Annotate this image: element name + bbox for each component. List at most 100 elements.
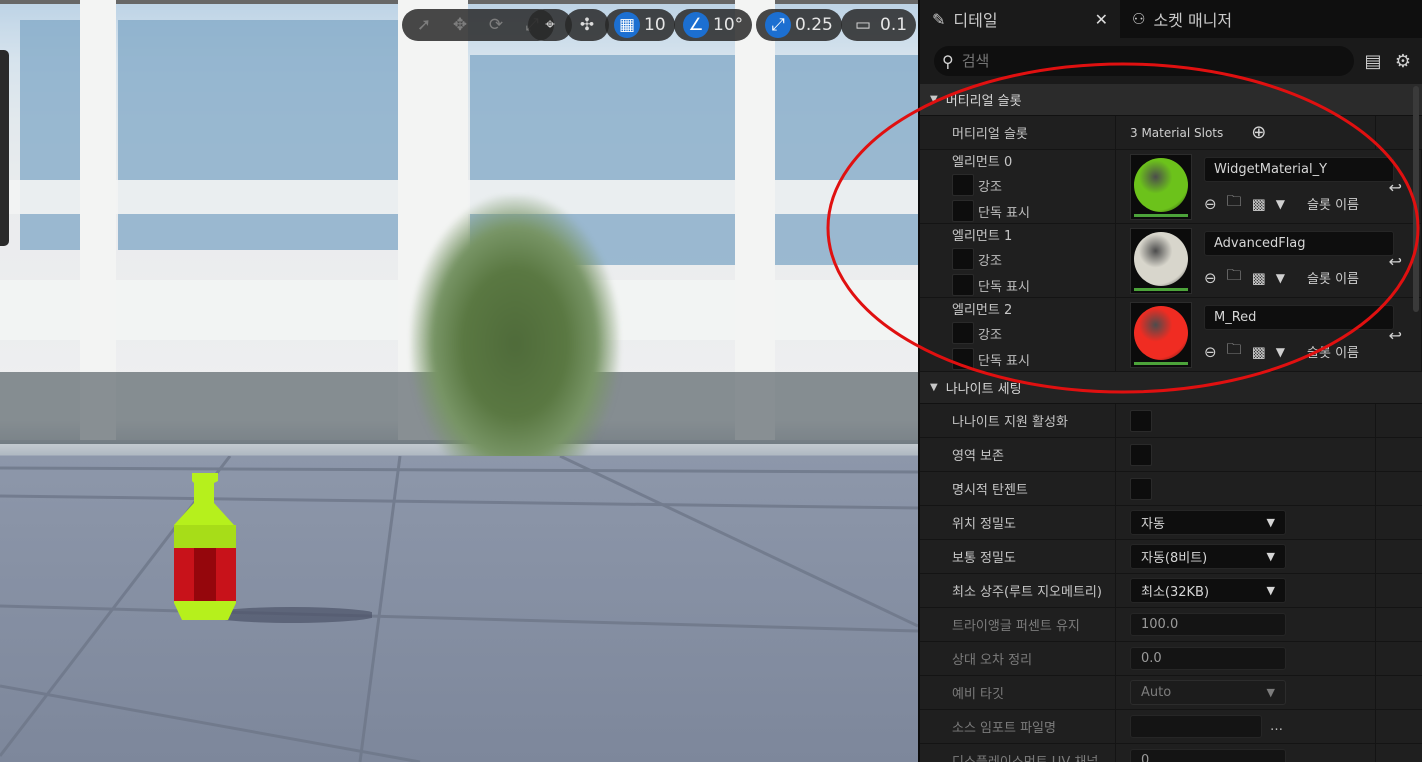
material-thumbnail-bar bbox=[1134, 361, 1188, 365]
slot-name-label: 슬롯 이름 bbox=[1307, 346, 1359, 361]
setting-combo-value: Auto bbox=[1141, 685, 1172, 700]
isolate-option: 단독 표시 bbox=[952, 200, 1030, 222]
grid-snap-value[interactable]: 10 bbox=[640, 15, 666, 35]
browse-folder-icon[interactable]: 🗀 bbox=[1227, 339, 1242, 364]
scale-snap-value[interactable]: 0.25 bbox=[791, 15, 833, 35]
socket-icon: ⚇ bbox=[1132, 10, 1146, 28]
setting-value-cell: … bbox=[1116, 710, 1376, 743]
browse-folder-icon[interactable]: 🗀 bbox=[1227, 191, 1242, 216]
setting-label: 예비 타깃 bbox=[920, 676, 1116, 709]
chevron-down-icon: ▼ bbox=[1266, 550, 1275, 563]
details-panel: ✎ 디테일 ✕ ⚇ 소켓 매니저 ⚲ ▤ ⚙ ▼ 머티리얼 슬롯 머티리얼 슬롯… bbox=[918, 0, 1422, 762]
level-viewport[interactable]: ➚ ✥ ⟳ ⤢ ⌖ ✣ ▦ 10 ∠ 10° ⤢ 0.25 ▭ 0.1 bbox=[0, 0, 918, 762]
gear-icon[interactable]: ⚙ bbox=[1392, 51, 1414, 72]
nanite-setting-row: 트라이앵글 퍼센트 유지 100.0 bbox=[920, 608, 1422, 642]
nanite-setting-row: 보통 정밀도 자동(8비트) ▼ bbox=[920, 540, 1422, 574]
use-selected-icon[interactable]: ⊖ bbox=[1204, 343, 1217, 361]
setting-checkbox[interactable] bbox=[1130, 443, 1152, 466]
highlight-option: 강조 bbox=[952, 322, 1002, 344]
material-name-combo[interactable]: AdvancedFlag bbox=[1204, 231, 1394, 256]
viewport-side-handle[interactable] bbox=[0, 50, 9, 246]
camera-speed-button[interactable]: ▭ 0.1 bbox=[845, 11, 912, 39]
checker-icon[interactable]: ▩ bbox=[1252, 343, 1266, 361]
setting-combo[interactable]: 최소(32KB) ▼ bbox=[1130, 578, 1286, 603]
material-thumbnail[interactable] bbox=[1130, 153, 1192, 220]
isolate-option: 단독 표시 bbox=[952, 348, 1030, 370]
highlight-checkbox[interactable] bbox=[952, 174, 974, 196]
isolate-checkbox[interactable] bbox=[952, 348, 974, 370]
panel-tabs: ✎ 디테일 ✕ ⚇ 소켓 매니저 bbox=[920, 0, 1422, 38]
add-slot-icon[interactable]: ⊕ bbox=[1251, 122, 1266, 143]
scale-snap-button[interactable]: ⤢ 0.25 bbox=[760, 11, 838, 39]
element-label-cell: 엘리먼트 1 강조 단독 표시 bbox=[920, 224, 1116, 297]
rotation-snap-value[interactable]: 10° bbox=[709, 15, 743, 35]
material-element-row: 엘리먼트 2 강조 단독 표시 M_Red ⊖ 🗀 ▩ ▼ 슬롯 이름 ↩ bbox=[920, 298, 1422, 372]
tab-socket-manager[interactable]: ⚇ 소켓 매니저 bbox=[1120, 0, 1244, 38]
collapse-triangle-icon: ▼ bbox=[930, 94, 938, 105]
material-slots-header[interactable]: ▼ 머티리얼 슬롯 bbox=[920, 84, 1422, 116]
isolate-checkbox[interactable] bbox=[952, 200, 974, 222]
camera-speed-value[interactable]: 0.1 bbox=[876, 15, 907, 35]
rotate-tool-button[interactable]: ⟳ bbox=[478, 11, 514, 39]
bottle-mesh[interactable] bbox=[172, 473, 372, 633]
setting-label: 최소 상주(루트 지오메트리) bbox=[920, 574, 1116, 607]
setting-combo[interactable]: Auto ▼ bbox=[1130, 680, 1286, 705]
setting-value-cell bbox=[1116, 472, 1376, 505]
material-controls: M_Red ⊖ 🗀 ▩ ▼ 슬롯 이름 bbox=[1204, 305, 1394, 364]
close-icon[interactable]: ✕ bbox=[1095, 10, 1108, 29]
isolate-checkbox[interactable] bbox=[952, 274, 974, 296]
highlight-checkbox[interactable] bbox=[952, 322, 974, 344]
setting-combo-value: 자동(8비트) bbox=[1141, 551, 1208, 566]
isolate-label: 단독 표시 bbox=[978, 205, 1030, 221]
material-name-combo[interactable]: WidgetMaterial_Y bbox=[1204, 157, 1394, 182]
chevron-down-icon[interactable]: ▼ bbox=[1276, 197, 1285, 211]
surface-snap-icon: ✣ bbox=[579, 15, 595, 35]
setting-number-field[interactable]: 0.0 bbox=[1130, 647, 1286, 670]
reset-to-default-icon[interactable]: ↩ bbox=[1389, 178, 1402, 197]
setting-value-cell: Auto ▼ bbox=[1116, 676, 1376, 709]
material-thumbnail[interactable] bbox=[1130, 227, 1192, 294]
reset-to-default-icon[interactable]: ↩ bbox=[1389, 326, 1402, 345]
setting-checkbox[interactable] bbox=[1130, 477, 1152, 500]
setting-label: 상대 오차 정리 bbox=[920, 642, 1116, 675]
rotation-snap-button[interactable]: ∠ 10° bbox=[678, 11, 748, 39]
checker-icon[interactable]: ▩ bbox=[1252, 195, 1266, 213]
chevron-down-icon[interactable]: ▼ bbox=[1276, 345, 1285, 359]
table-view-icon[interactable]: ▤ bbox=[1362, 51, 1384, 72]
highlight-checkbox[interactable] bbox=[952, 248, 974, 270]
setting-file-field[interactable] bbox=[1130, 715, 1262, 738]
use-selected-icon[interactable]: ⊖ bbox=[1204, 269, 1217, 287]
use-selected-icon[interactable]: ⊖ bbox=[1204, 195, 1217, 213]
grid-snap-button[interactable]: ▦ 10 bbox=[609, 11, 671, 39]
isolate-option: 단독 표시 bbox=[952, 274, 1030, 296]
nanite-setting-row: 상대 오차 정리 0.0 bbox=[920, 642, 1422, 676]
checker-icon[interactable]: ▩ bbox=[1252, 269, 1266, 287]
ellipsis-icon[interactable]: … bbox=[1270, 719, 1283, 734]
setting-number-field[interactable]: 100.0 bbox=[1130, 613, 1286, 636]
setting-label: 디스플레이스먼트 UV 채널 bbox=[920, 744, 1116, 762]
surface-snap-button[interactable]: ✣ bbox=[569, 11, 605, 39]
material-name-combo[interactable]: M_Red bbox=[1204, 305, 1394, 330]
tab-details[interactable]: ✎ 디테일 ✕ bbox=[920, 0, 1120, 38]
material-preview-sphere bbox=[1134, 157, 1188, 212]
highlight-label: 강조 bbox=[978, 179, 1002, 195]
details-scrollbar[interactable] bbox=[1413, 86, 1419, 312]
material-element-row: 엘리먼트 1 강조 단독 표시 AdvancedFlag ⊖ 🗀 ▩ ▼ 슬롯 … bbox=[920, 224, 1422, 298]
setting-checkbox[interactable] bbox=[1130, 409, 1152, 432]
search-input[interactable] bbox=[961, 52, 1302, 70]
select-tool-button[interactable]: ➚ bbox=[406, 11, 442, 39]
chevron-down-icon[interactable]: ▼ bbox=[1276, 271, 1285, 285]
isolate-label: 단독 표시 bbox=[978, 279, 1030, 295]
world-local-button[interactable]: ⌖ bbox=[532, 11, 568, 39]
setting-number-field[interactable]: 0 bbox=[1130, 749, 1286, 762]
scale-snap-icon: ⤢ bbox=[765, 12, 791, 38]
nanite-settings-header[interactable]: ▼ 나나이트 세팅 bbox=[920, 372, 1422, 404]
move-tool-button[interactable]: ✥ bbox=[442, 11, 478, 39]
material-thumbnail[interactable] bbox=[1130, 301, 1192, 368]
browse-folder-icon[interactable]: 🗀 bbox=[1227, 265, 1242, 290]
search-box[interactable]: ⚲ bbox=[934, 46, 1354, 76]
setting-combo[interactable]: 자동(8비트) ▼ bbox=[1130, 544, 1286, 569]
reset-to-default-icon[interactable]: ↩ bbox=[1389, 252, 1402, 271]
pencil-icon: ✎ bbox=[932, 9, 946, 29]
setting-combo[interactable]: 자동 ▼ bbox=[1130, 510, 1286, 535]
